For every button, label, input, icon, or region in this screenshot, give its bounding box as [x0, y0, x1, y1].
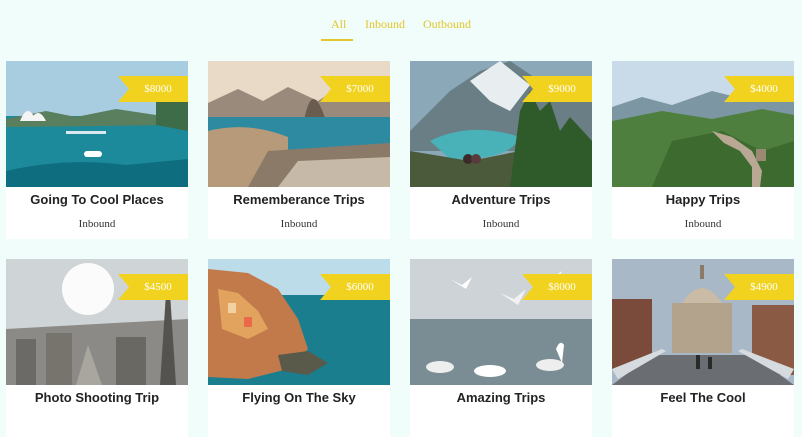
trip-card[interactable]: $8000 Amazing Trips	[410, 259, 592, 437]
active-tab-indicator	[321, 39, 353, 41]
trip-card[interactable]: $8000 Going To Cool Places Inbound	[6, 61, 188, 239]
tab-all[interactable]: All	[331, 17, 346, 32]
card-title[interactable]: Adventure Trips	[410, 192, 592, 207]
card-category: Inbound	[684, 218, 722, 230]
trip-card[interactable]: $4500 Photo Shooting Trip	[6, 259, 188, 437]
trip-card[interactable]: $9000 Adventure Trips Inbound	[410, 61, 592, 239]
card-title[interactable]: Going To Cool Places	[6, 192, 188, 207]
card-title[interactable]: Rememberance Trips	[208, 192, 390, 207]
card-category: Inbound	[482, 218, 520, 230]
card-category: Inbound	[280, 218, 318, 230]
card-title[interactable]: Flying On The Sky	[208, 390, 390, 405]
tab-outbound[interactable]: Outbound	[423, 17, 471, 32]
trip-card[interactable]: $6000 Flying On The Sky	[208, 259, 390, 437]
card-title[interactable]: Photo Shooting Trip	[6, 390, 188, 405]
card-title[interactable]: Happy Trips	[612, 192, 794, 207]
card-category: Inbound	[78, 218, 116, 230]
card-title[interactable]: Amazing Trips	[410, 390, 592, 405]
tab-inbound[interactable]: Inbound	[365, 17, 405, 32]
card-title[interactable]: Feel The Cool	[612, 390, 794, 405]
trip-card[interactable]: $4900 Feel The Cool	[612, 259, 794, 437]
trip-card[interactable]: $4000 Happy Trips Inbound	[612, 61, 794, 239]
filter-tabs: All Inbound Outbound	[0, 0, 802, 44]
trip-card[interactable]: $7000 Rememberance Trips Inbound	[208, 61, 390, 239]
